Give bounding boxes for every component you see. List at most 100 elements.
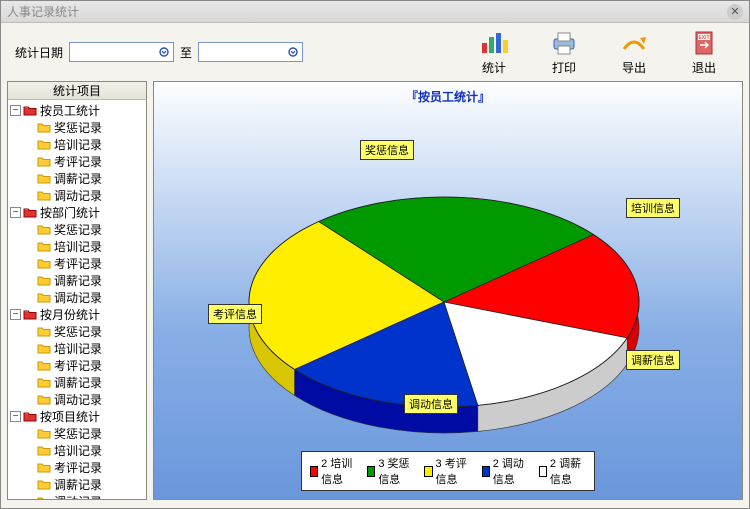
tree-group[interactable]: − 按部门统计 [10, 204, 144, 221]
folder-yellow-icon [37, 445, 51, 456]
collapse-icon[interactable]: − [10, 411, 21, 422]
folder-yellow-icon [37, 275, 51, 286]
tree-item[interactable]: 奖惩记录 [10, 425, 144, 442]
legend-swatch [424, 466, 432, 477]
tree-item[interactable]: 调动记录 [10, 493, 144, 499]
tree-header: 统计项目 [8, 82, 146, 100]
print-button[interactable]: 打印 [533, 29, 595, 76]
tree-item[interactable]: 调动记录 [10, 289, 144, 306]
title-bar: 人事记录统计 ✕ [1, 1, 749, 23]
tree-item[interactable]: 培训记录 [10, 238, 144, 255]
svg-text:EXIT: EXIT [698, 35, 709, 41]
date-label: 统计日期 [15, 44, 63, 61]
legend-swatch [310, 466, 318, 477]
pie-chart [204, 142, 684, 462]
folder-yellow-icon [37, 292, 51, 303]
tree-group-label: 按部门统计 [40, 204, 100, 221]
chevron-down-icon[interactable] [157, 45, 171, 59]
legend-swatch [367, 466, 375, 477]
tree-item-label: 调动记录 [54, 289, 102, 306]
tree-item[interactable]: 培训记录 [10, 442, 144, 459]
slice-label: 奖惩信息 [360, 140, 414, 160]
chart-title: 『按员工统计』 [154, 88, 742, 105]
print-button-label: 打印 [533, 59, 595, 76]
collapse-icon[interactable]: − [10, 207, 21, 218]
date-to-input[interactable] [198, 42, 303, 62]
tree-item[interactable]: 培训记录 [10, 340, 144, 357]
folder-yellow-icon [37, 394, 51, 405]
slice-label: 培训信息 [626, 198, 680, 218]
export-button[interactable]: 导出 [603, 29, 665, 76]
tree-item[interactable]: 奖惩记录 [10, 221, 144, 238]
legend-item: 3 奖惩信息 [367, 455, 414, 487]
tree-item[interactable]: 考评记录 [10, 459, 144, 476]
legend-item: 2 调动信息 [482, 455, 529, 487]
tree-item-label: 调动记录 [54, 493, 102, 499]
tree-group[interactable]: − 按项目统计 [10, 408, 144, 425]
tree-group[interactable]: − 按月份统计 [10, 306, 144, 323]
tree-item-label: 考评记录 [54, 459, 102, 476]
tree-item[interactable]: 调动记录 [10, 391, 144, 408]
tree[interactable]: −按员工统计奖惩记录培训记录考评记录调薪记录调动记录−按部门统计奖惩记录培训记录… [8, 100, 146, 499]
tree-item-label: 培训记录 [54, 136, 102, 153]
folder-yellow-icon [37, 343, 51, 354]
exit-button[interactable]: EXIT 退出 [673, 29, 735, 76]
chart-icon [478, 29, 510, 57]
tree-item-label: 奖惩记录 [54, 323, 102, 340]
folder-red-icon [23, 207, 37, 218]
tree-item-label: 奖惩记录 [54, 221, 102, 238]
collapse-icon[interactable]: − [10, 105, 21, 116]
chevron-down-icon[interactable] [286, 45, 300, 59]
tree-item[interactable]: 考评记录 [10, 153, 144, 170]
tree-item[interactable]: 培训记录 [10, 136, 144, 153]
tree-item[interactable]: 奖惩记录 [10, 119, 144, 136]
tree-item[interactable]: 调动记录 [10, 187, 144, 204]
collapse-icon[interactable]: − [10, 309, 21, 320]
tree-item[interactable]: 考评记录 [10, 255, 144, 272]
folder-yellow-icon [37, 428, 51, 439]
date-from-input[interactable] [69, 42, 174, 62]
folder-red-icon [23, 105, 37, 116]
stat-button[interactable]: 统计 [463, 29, 525, 76]
tree-item-label: 调动记录 [54, 187, 102, 204]
tree-item[interactable]: 奖惩记录 [10, 323, 144, 340]
tree-item-label: 调薪记录 [54, 476, 102, 493]
toolbar: 统计日期 至 统计 打印 [1, 23, 749, 81]
folder-yellow-icon [37, 479, 51, 490]
body: 统计项目 −按员工统计奖惩记录培训记录考评记录调薪记录调动记录−按部门统计奖惩记… [1, 81, 749, 506]
tree-item-label: 调薪记录 [54, 170, 102, 187]
tree-group[interactable]: − 按员工统计 [10, 102, 144, 119]
slice-label: 调动信息 [404, 394, 458, 414]
export-button-label: 导出 [603, 59, 665, 76]
exit-icon: EXIT [688, 29, 720, 57]
chart-panel: 『按员工统计』 培训信息奖惩信息考评信息调动信息调薪信息 2 培训信息3 奖惩信… [153, 81, 743, 500]
tree-group-label: 按月份统计 [40, 306, 100, 323]
tree-item[interactable]: 考评记录 [10, 357, 144, 374]
folder-yellow-icon [37, 377, 51, 388]
tree-item-label: 培训记录 [54, 442, 102, 459]
date-range-group: 统计日期 至 [15, 42, 303, 62]
chart-legend: 2 培训信息 3 奖惩信息 3 考评信息 2 调动信息 2 调薪信息 [301, 451, 595, 491]
tree-item-label: 培训记录 [54, 238, 102, 255]
tree-item-label: 奖惩记录 [54, 119, 102, 136]
legend-item: 2 调薪信息 [539, 455, 586, 487]
tree-group-label: 按项目统计 [40, 408, 100, 425]
folder-red-icon [23, 411, 37, 422]
window-title: 人事记录统计 [7, 3, 79, 20]
folder-yellow-icon [37, 360, 51, 371]
slice-label: 考评信息 [208, 304, 262, 324]
legend-item: 3 考评信息 [424, 455, 471, 487]
tree-item-label: 考评记录 [54, 357, 102, 374]
printer-icon [548, 29, 580, 57]
legend-item: 2 培训信息 [310, 455, 357, 487]
tree-item[interactable]: 调薪记录 [10, 374, 144, 391]
tree-item-label: 调薪记录 [54, 374, 102, 391]
tree-group-label: 按员工统计 [40, 102, 100, 119]
date-sep-label: 至 [180, 44, 192, 61]
tree-panel: 统计项目 −按员工统计奖惩记录培训记录考评记录调薪记录调动记录−按部门统计奖惩记… [7, 81, 147, 500]
tree-item[interactable]: 调薪记录 [10, 170, 144, 187]
close-icon[interactable]: ✕ [727, 4, 743, 20]
tree-item[interactable]: 调薪记录 [10, 272, 144, 289]
tree-item[interactable]: 调薪记录 [10, 476, 144, 493]
legend-swatch [482, 466, 490, 477]
